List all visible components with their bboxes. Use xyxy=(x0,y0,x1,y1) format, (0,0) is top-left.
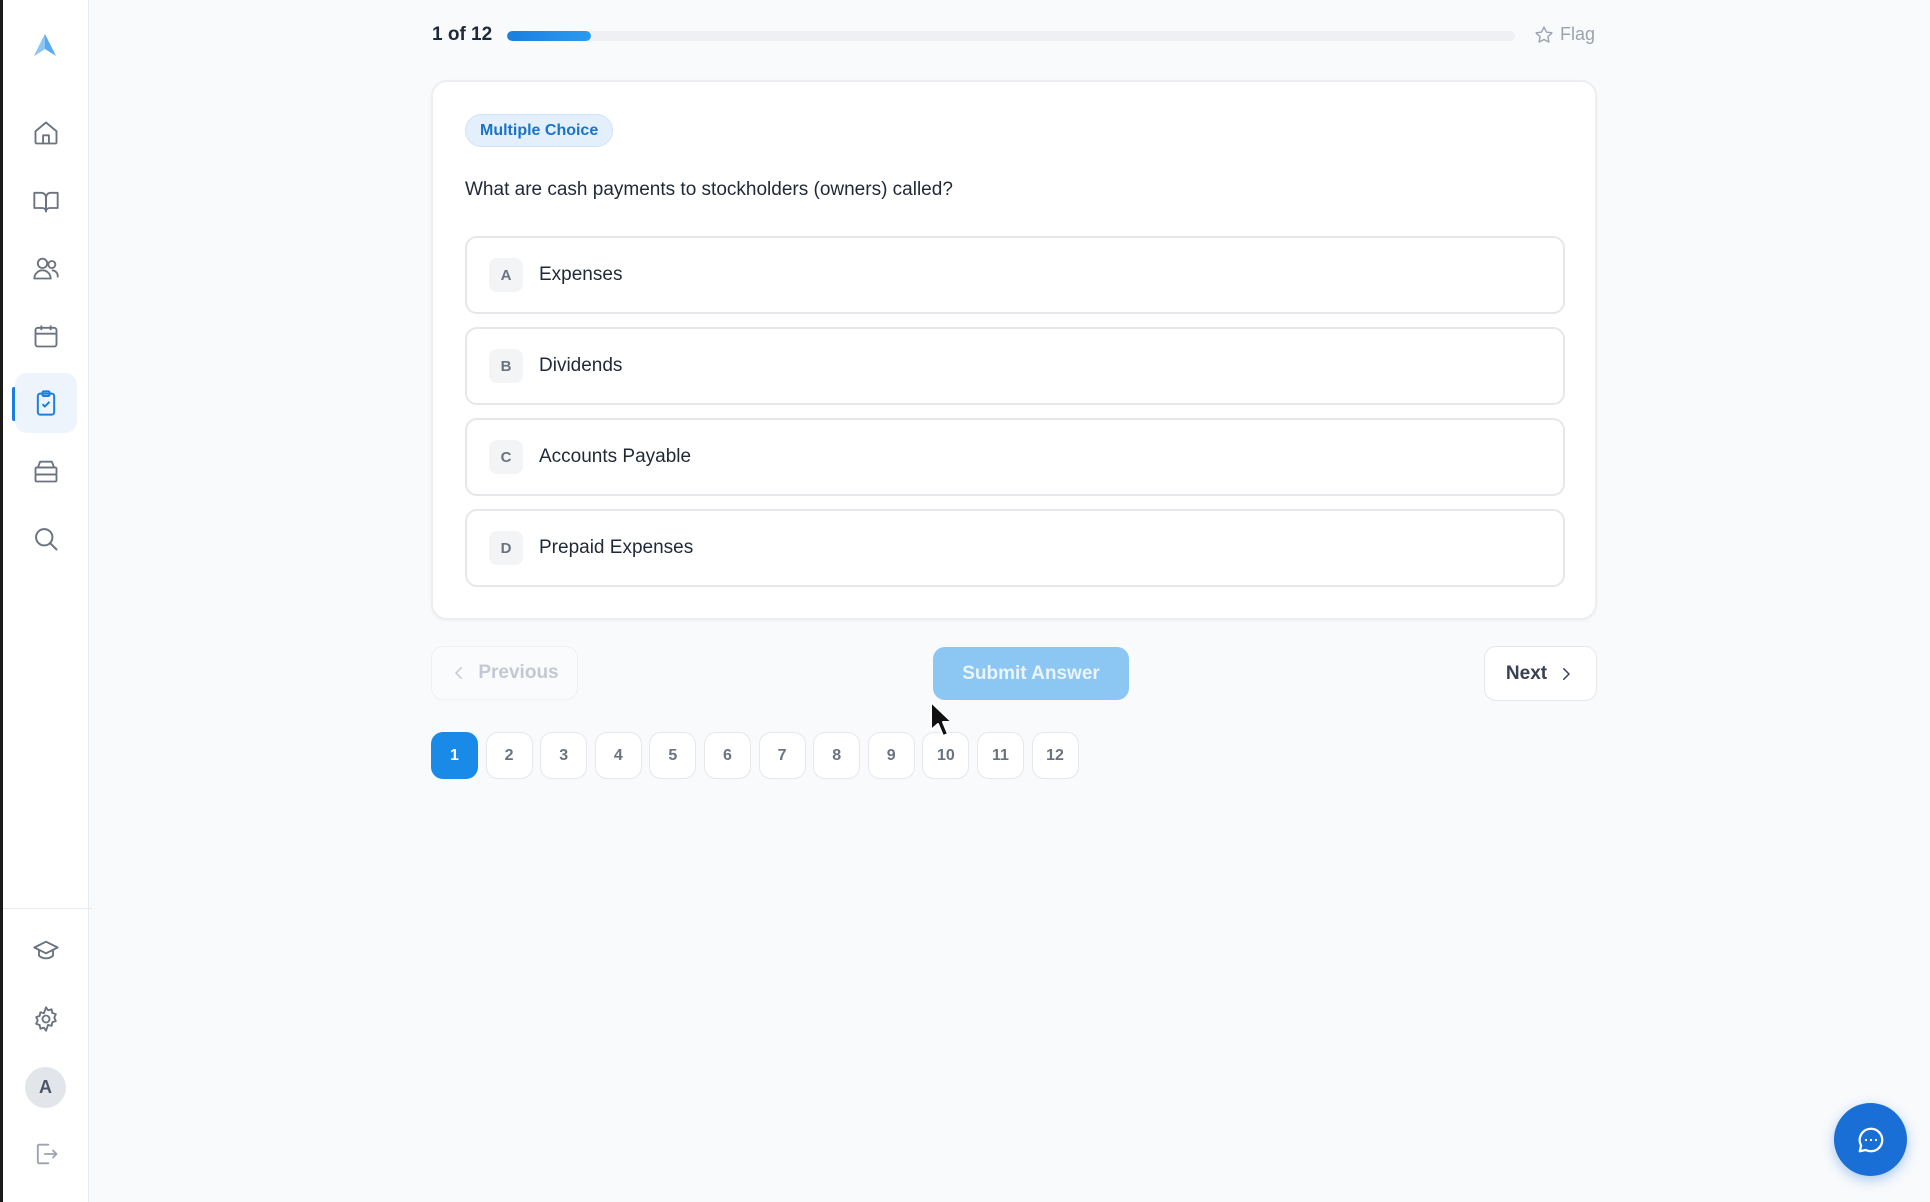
question-card: Multiple Choice What are cash payments t… xyxy=(431,80,1597,620)
sidebar-divider xyxy=(3,908,92,909)
option-letter: D xyxy=(489,531,523,565)
option-text: Expenses xyxy=(539,264,623,285)
sidebar-item-calendar[interactable] xyxy=(15,306,77,366)
clipboard-check-icon xyxy=(36,390,56,416)
page-button-5[interactable]: 5 xyxy=(649,732,697,779)
page-button-6[interactable]: 6 xyxy=(703,732,751,779)
sidebar-item-community[interactable] xyxy=(15,238,77,298)
page-button-3[interactable]: 3 xyxy=(540,732,588,779)
next-button[interactable]: Next xyxy=(1484,646,1597,701)
sidebar-item-archive[interactable] xyxy=(15,441,77,501)
option-b[interactable]: B Dividends xyxy=(465,327,1565,405)
question-pager: 1 2 3 4 5 6 7 8 9 10 11 12 xyxy=(431,732,1079,779)
option-text: Dividends xyxy=(539,355,623,376)
archive-icon xyxy=(34,460,58,483)
flag-button[interactable]: Flag xyxy=(1534,24,1595,45)
previous-label: Previous xyxy=(478,662,559,683)
star-icon xyxy=(1535,25,1553,43)
submit-answer-button[interactable]: Submit Answer xyxy=(933,647,1129,700)
sidebar-item-logout[interactable] xyxy=(15,1124,77,1184)
option-letter: B xyxy=(489,349,523,383)
question-type-badge: Multiple Choice xyxy=(465,114,614,147)
sidebar-item-library[interactable] xyxy=(15,171,77,231)
sidebar-item-search[interactable] xyxy=(15,509,77,569)
option-text: Prepaid Expenses xyxy=(539,537,694,558)
mouse-cursor-icon xyxy=(930,701,953,737)
chat-button[interactable] xyxy=(1834,1103,1907,1176)
graduation-cap-icon xyxy=(33,940,59,960)
chevron-left-icon xyxy=(455,667,463,679)
sidebar-item-settings[interactable] xyxy=(15,989,77,1049)
progress-fill xyxy=(507,31,591,41)
page-button-4[interactable]: 4 xyxy=(594,732,642,779)
option-letter: A xyxy=(489,258,523,292)
page-button-11[interactable]: 11 xyxy=(976,732,1024,779)
sidebar-item-courses[interactable] xyxy=(15,921,77,981)
sidebar-item-home[interactable] xyxy=(15,103,77,163)
option-a[interactable]: A Expenses xyxy=(465,236,1565,314)
option-letter: C xyxy=(489,440,523,474)
option-text: Accounts Payable xyxy=(539,446,692,467)
sidebar-item-quizzes[interactable] xyxy=(15,373,77,433)
progress-label: 1 of 12 xyxy=(432,24,493,45)
logo-arrow-icon[interactable] xyxy=(31,32,59,60)
page-button-9[interactable]: 9 xyxy=(867,732,915,779)
chevron-right-icon xyxy=(1563,667,1570,680)
logout-icon xyxy=(36,1143,58,1165)
page-button-7[interactable]: 7 xyxy=(758,732,806,779)
previous-button[interactable]: Previous xyxy=(431,646,578,700)
calendar-icon xyxy=(34,325,58,348)
progress-bar xyxy=(507,31,1515,41)
users-icon xyxy=(33,257,59,280)
page-button-2[interactable]: 2 xyxy=(485,732,533,779)
search-icon xyxy=(35,528,58,551)
page-button-1[interactable]: 1 xyxy=(431,732,478,779)
option-d[interactable]: D Prepaid Expenses xyxy=(465,509,1565,587)
gear-icon xyxy=(35,1006,57,1032)
page-button-12[interactable]: 12 xyxy=(1031,732,1079,779)
book-open-icon xyxy=(33,191,59,213)
home-icon xyxy=(34,121,58,145)
next-label: Next xyxy=(1505,662,1548,684)
question-text: What are cash payments to stockholders (… xyxy=(465,179,953,200)
option-c[interactable]: C Accounts Payable xyxy=(465,418,1565,496)
flag-label: Flag xyxy=(1560,24,1596,44)
page-button-8[interactable]: 8 xyxy=(813,732,861,779)
chat-bubble-icon xyxy=(1858,1127,1883,1152)
sidebar: A xyxy=(0,0,92,1202)
avatar[interactable]: A xyxy=(25,1067,66,1108)
